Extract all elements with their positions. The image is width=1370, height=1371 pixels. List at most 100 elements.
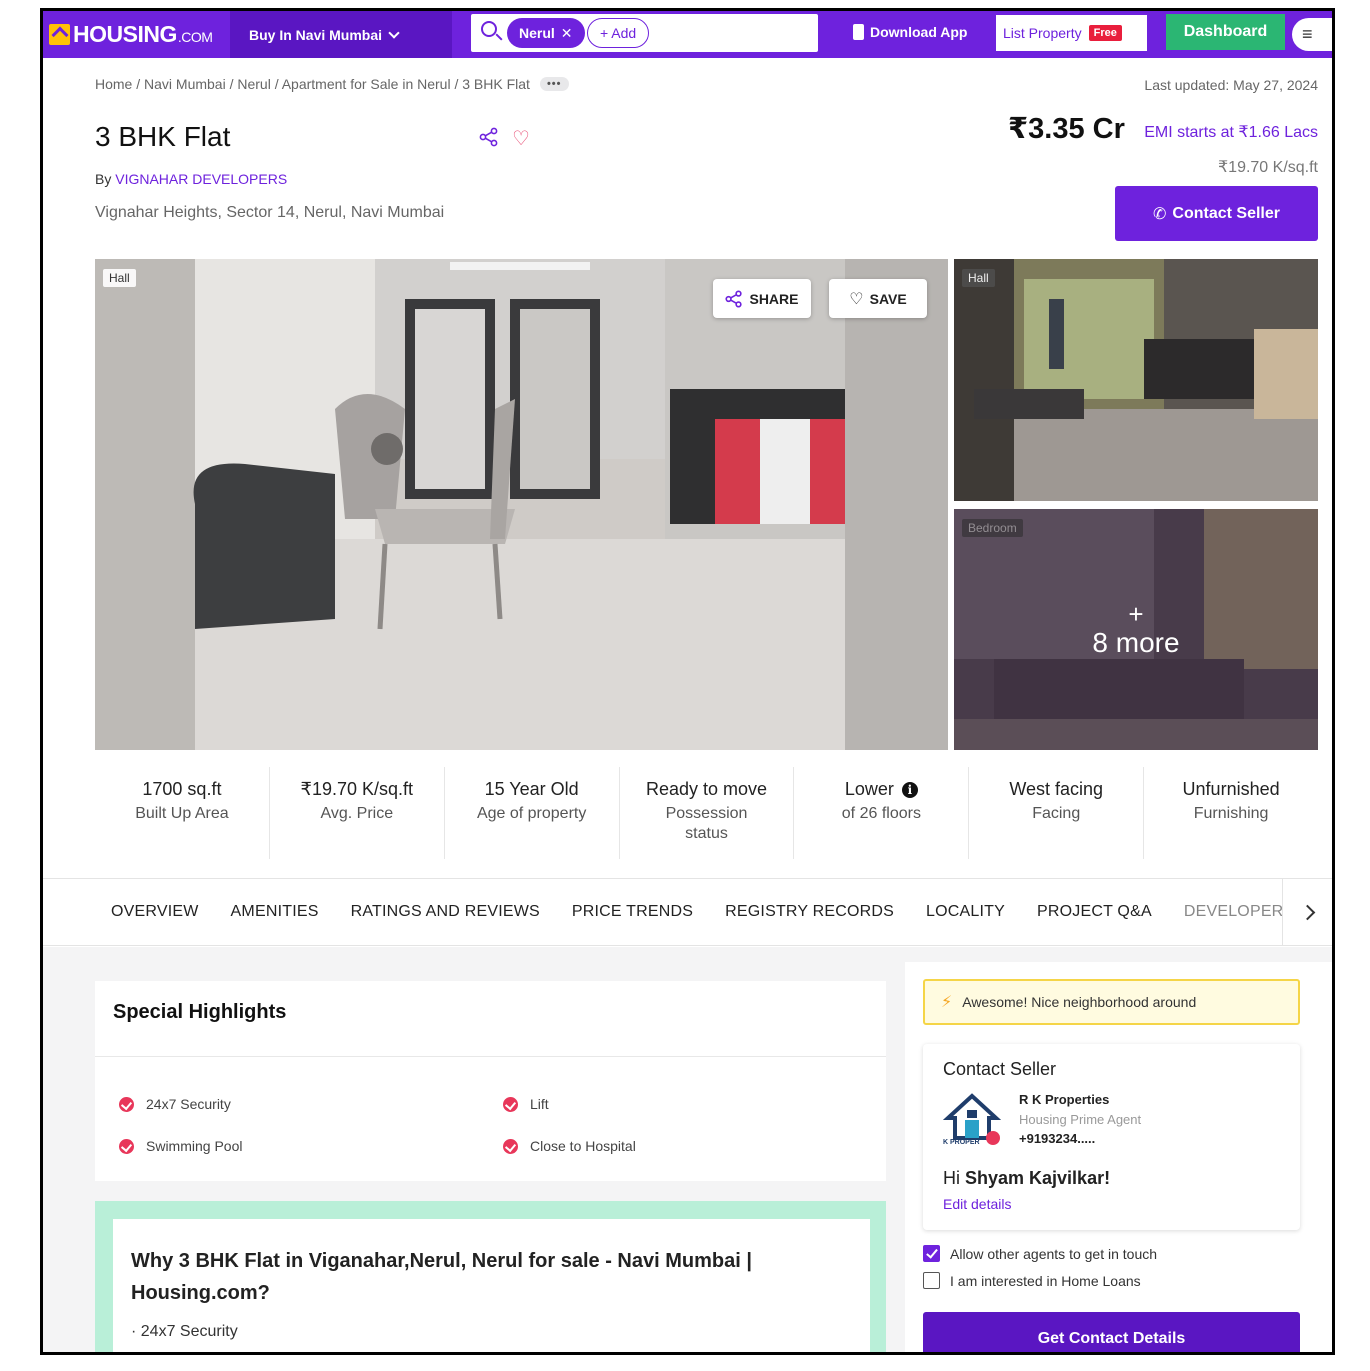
home-loans-option[interactable]: I am interested in Home Loans [923, 1272, 1141, 1289]
stat-value: 15 Year Old [484, 779, 579, 799]
developer-link[interactable]: VIGNAHAR DEVELOPERS [115, 171, 287, 187]
dashboard-button[interactable]: Dashboard [1166, 14, 1285, 50]
greeting-prefix: Hi [943, 1168, 965, 1188]
save-label: SAVE [869, 290, 907, 307]
heart-icon: ♡ [849, 290, 864, 308]
agent-phone: +9193234..... [1019, 1131, 1096, 1146]
agent-logo: K PROPER [942, 1090, 1002, 1150]
search-icon[interactable] [481, 21, 497, 37]
logo-home-icon [49, 23, 70, 45]
tab-overview[interactable]: OVERVIEW [111, 903, 199, 921]
allow-agents-option[interactable]: Allow other agents to get in touch [923, 1245, 1157, 1262]
contact-seller-label: Contact Seller [1172, 204, 1280, 222]
stat-facing: West facing Facing [969, 767, 1145, 859]
why-buy-item: · 24x7 Security [131, 1323, 238, 1340]
list-property-button[interactable]: List Property Free [996, 15, 1147, 51]
allow-agents-checkbox[interactable] [923, 1245, 940, 1262]
more-photos-tile[interactable]: Bedroom + 8 more [954, 509, 1318, 750]
stat-floor: Lower i of 26 floors [794, 767, 970, 859]
why-buy-card: Why 3 BHK Flat in Viganahar,Nerul, Nerul… [113, 1219, 870, 1352]
tab-locality[interactable]: LOCALITY [926, 903, 1005, 921]
download-app-link[interactable]: Download App [853, 24, 967, 40]
tab-amenities[interactable]: AMENITIES [231, 903, 319, 921]
page-title: 3 BHK Flat [95, 121, 231, 152]
save-button[interactable]: ♡ SAVE [829, 279, 927, 318]
agent-name: R K Properties [1019, 1092, 1110, 1107]
by-prefix: By [95, 171, 116, 187]
search-bar[interactable]: Nerul ✕ + Add [471, 14, 818, 52]
allow-agents-label: Allow other agents to get in touch [950, 1245, 1158, 1262]
stat-value-row: Lower i [794, 779, 968, 800]
hamburger-menu-icon[interactable]: ≡ [1292, 18, 1332, 51]
emi-link[interactable]: EMI starts at ₹1.66 Lacs [1144, 122, 1318, 142]
phone-call-icon: ✆ [1153, 205, 1167, 223]
city-selector[interactable]: Buy In Navi Mumbai [230, 11, 452, 58]
tab-developer[interactable]: DEVELOPER [1184, 903, 1284, 921]
free-badge: Free [1088, 25, 1122, 41]
check-icon [119, 1096, 134, 1112]
last-updated: Last updated: May 27, 2024 [1144, 77, 1318, 93]
main-photo[interactable]: Hall [95, 259, 948, 750]
tab-ratings-reviews[interactable]: RATINGS AND REVIEWS [351, 903, 540, 921]
highlight-item: Lift [503, 1096, 549, 1112]
agent-role: Housing Prime Agent [1019, 1112, 1142, 1127]
tab-project-qa[interactable]: PROJECT Q&A [1037, 903, 1152, 921]
chevron-down-icon [388, 26, 400, 39]
tab-price-trends[interactable]: PRICE TRENDS [572, 903, 693, 921]
plus-icon: + [1128, 598, 1144, 629]
download-app-label: Download App [870, 24, 968, 40]
photo-tag: Hall [103, 269, 136, 287]
logo-text: HOUSING [73, 20, 177, 47]
search-chip-nerul[interactable]: Nerul ✕ [507, 18, 585, 48]
hall-photo-image [95, 259, 948, 750]
side-photo-hall[interactable]: Hall [954, 259, 1318, 501]
lower-section: Special Highlights 24x7 Security Lift Sw… [43, 947, 1332, 1352]
check-icon [503, 1138, 518, 1154]
highlight-item: Swimming Pool [119, 1138, 242, 1154]
stat-value: West facing [1009, 779, 1104, 799]
add-locality-button[interactable]: + Add [587, 18, 650, 48]
share-icon [725, 289, 743, 308]
chevron-right-icon[interactable] [1282, 879, 1332, 945]
share-button[interactable]: SHARE [713, 279, 811, 318]
stat-avg-price: ₹19.70 K/sq.ft Avg. Price [270, 767, 445, 859]
close-icon[interactable]: ✕ [561, 25, 573, 42]
check-icon [503, 1096, 518, 1112]
property-stats: 1700 sq.ft Built Up Area ₹19.70 K/sq.ft … [95, 767, 1318, 859]
highlights-title: Special Highlights [113, 1001, 287, 1023]
stat-value: Lower [844, 779, 894, 799]
highlight-label: 24x7 Security [146, 1096, 231, 1112]
neighborhood-text: Awesome! Nice neighborhood around [962, 994, 1197, 1010]
home-loans-label: I am interested in Home Loans [950, 1272, 1141, 1289]
contact-seller-button[interactable]: ✆ Contact Seller [1115, 186, 1318, 241]
highlight-item: 24x7 Security [119, 1096, 231, 1112]
property-address: Vignahar Heights, Sector 14, Nerul, Navi… [95, 204, 445, 221]
breadcrumb-path[interactable]: Home / Navi Mumbai / Nerul / Apartment f… [95, 76, 530, 92]
search-chip-label: Nerul [519, 25, 555, 41]
city-selector-label: Buy In Navi Mumbai [249, 26, 383, 43]
share-icon[interactable] [479, 127, 499, 147]
favorite-heart-icon[interactable]: ♡ [512, 126, 530, 151]
more-photos-overlay[interactable]: + 8 more [954, 509, 1318, 750]
top-navbar: HOUSING .COM Buy In Navi Mumbai Nerul ✕ … [43, 11, 1332, 58]
special-highlights-card: Special Highlights 24x7 Security Lift Sw… [95, 981, 886, 1181]
share-label: SHARE [749, 290, 799, 307]
get-contact-details-button[interactable]: Get Contact Details [923, 1312, 1300, 1352]
check-icon [119, 1138, 134, 1154]
highlight-label: Lift [530, 1096, 549, 1112]
stat-value: 1700 sq.ft [142, 779, 222, 799]
edit-details-link[interactable]: Edit details [943, 1196, 1011, 1212]
highlight-label: Close to Hospital [530, 1138, 636, 1154]
info-icon[interactable]: i [901, 782, 918, 798]
agent-logo-text: K PROPER [943, 1139, 980, 1146]
stat-label: Built Up Area [135, 805, 229, 822]
tab-registry-records[interactable]: REGISTRY RECORDS [725, 903, 894, 921]
stat-furnishing: Unfurnished Furnishing [1144, 767, 1318, 859]
stat-label: Age of property [476, 805, 587, 822]
user-name: Shyam Kajvilkar! [965, 1168, 1111, 1188]
stat-label: Possession status [665, 805, 748, 842]
contact-seller-title: Contact Seller [943, 1059, 1057, 1079]
housing-logo[interactable]: HOUSING .COM [49, 19, 213, 49]
breadcrumb-more-button[interactable]: ••• [539, 77, 569, 91]
home-loans-checkbox[interactable] [923, 1272, 940, 1289]
